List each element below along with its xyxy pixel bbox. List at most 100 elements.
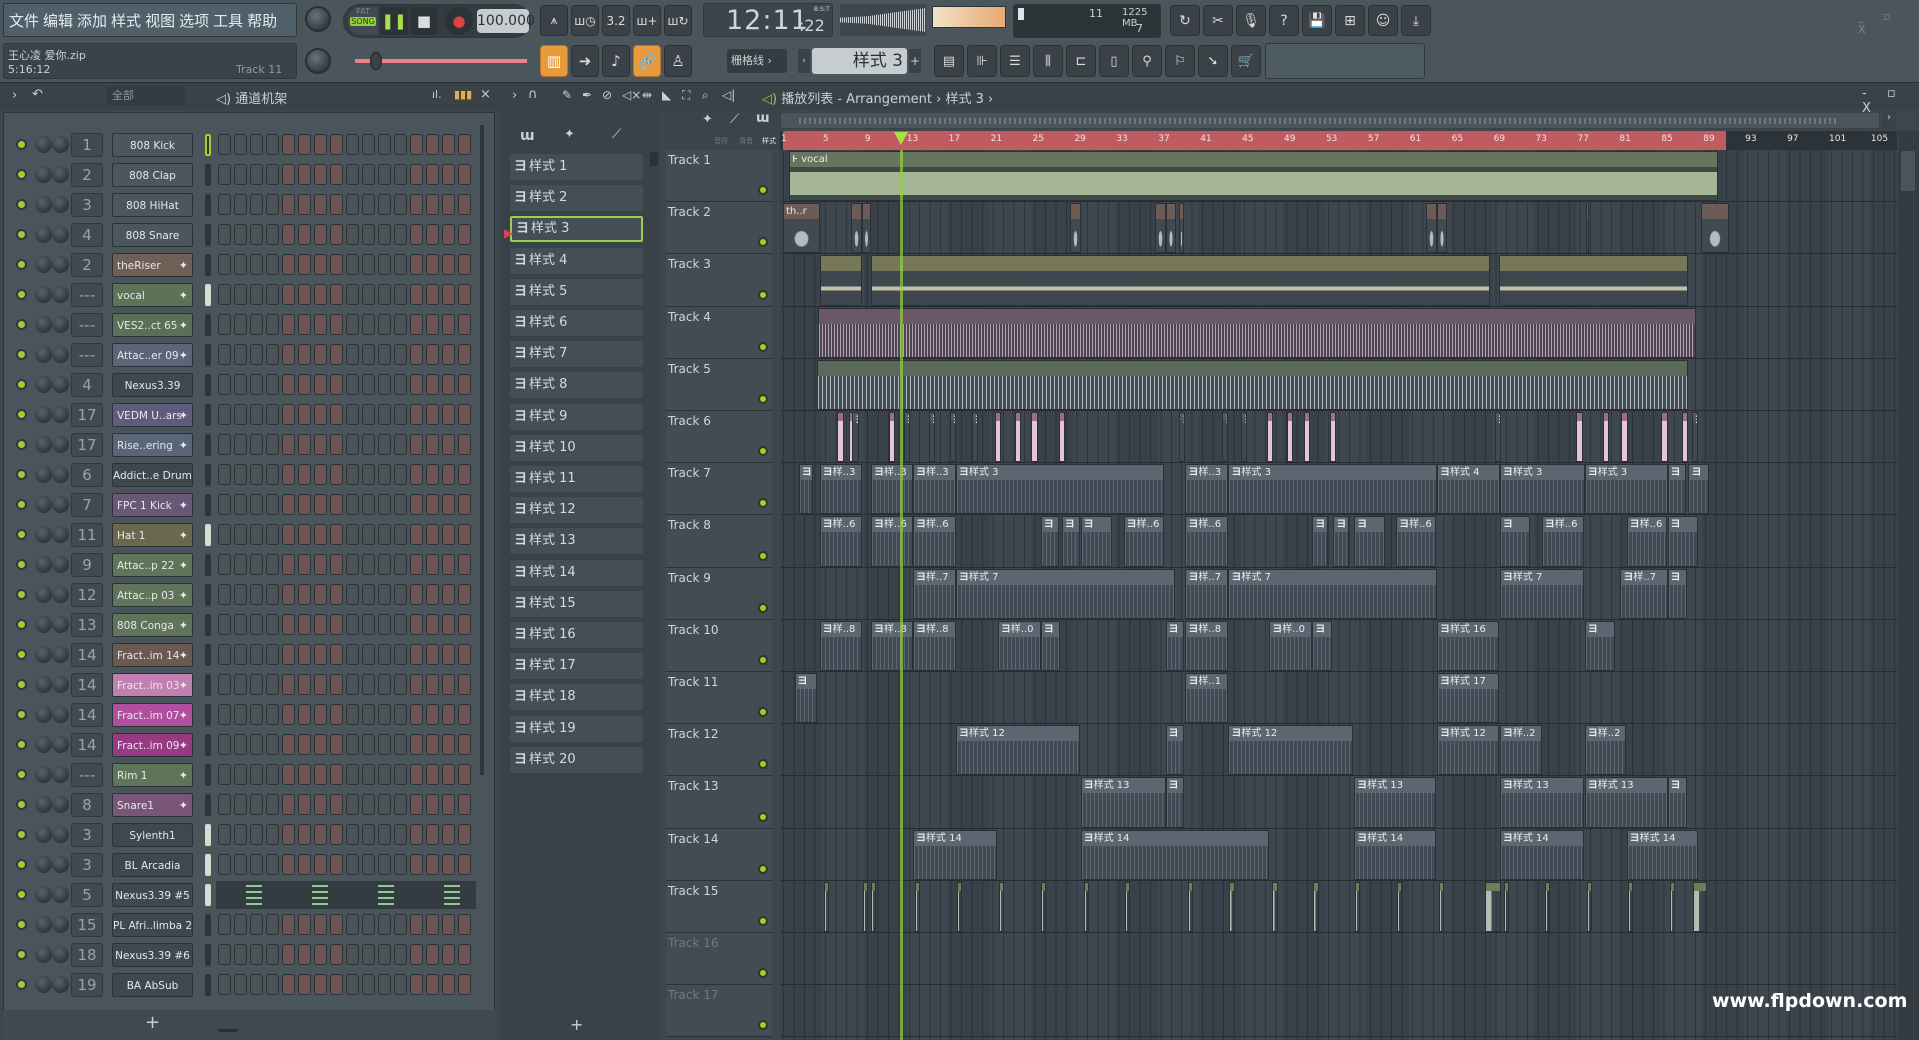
step-button[interactable]	[314, 974, 327, 995]
step-button[interactable]	[218, 674, 231, 695]
step-button[interactable]	[330, 494, 343, 515]
step-button[interactable]	[378, 164, 391, 185]
mixer-track-number[interactable]: 6	[71, 463, 103, 487]
channel-mute-led[interactable]	[16, 499, 27, 510]
track-mute-led[interactable]	[758, 498, 768, 509]
step-button[interactable]	[442, 854, 455, 875]
step-button[interactable]	[250, 674, 263, 695]
volume-knob[interactable]	[52, 646, 69, 663]
channel-name-button[interactable]: 808 HiHat	[112, 193, 193, 217]
step-button[interactable]	[218, 644, 231, 665]
step-button[interactable]	[362, 164, 375, 185]
step-button[interactable]	[282, 374, 295, 395]
step-button[interactable]	[234, 764, 247, 785]
step-button[interactable]	[218, 194, 231, 215]
step-button[interactable]	[298, 134, 311, 155]
channel-select-bar[interactable]	[205, 464, 211, 486]
step-button[interactable]	[250, 254, 263, 275]
pan-knob[interactable]	[35, 526, 52, 543]
step-button[interactable]	[298, 734, 311, 755]
step-button[interactable]	[426, 914, 439, 935]
step-button[interactable]	[218, 434, 231, 455]
step-button[interactable]	[426, 704, 439, 725]
step-button[interactable]	[314, 254, 327, 275]
step-button[interactable]	[250, 164, 263, 185]
pan-knob[interactable]	[35, 616, 52, 633]
step-button[interactable]	[266, 764, 279, 785]
step-button[interactable]	[330, 524, 343, 545]
channel-mute-led[interactable]	[16, 889, 27, 900]
step-button[interactable]	[378, 974, 391, 995]
channel-mute-led[interactable]	[16, 259, 27, 270]
step-button[interactable]	[282, 314, 295, 335]
playlist-clip[interactable]	[1669, 881, 1675, 932]
playlist-clip[interactable]: ヨ样式 13	[1354, 777, 1436, 828]
step-button[interactable]	[266, 164, 279, 185]
step-button[interactable]	[442, 794, 455, 815]
playlist-clip[interactable]: ヨ样式 14	[1626, 829, 1698, 880]
step-button[interactable]	[250, 614, 263, 635]
playlist-clip[interactable]: ヨ	[794, 673, 817, 724]
step-button[interactable]	[218, 734, 231, 755]
step-button[interactable]	[410, 734, 423, 755]
step-button[interactable]	[394, 134, 407, 155]
channel-name-button[interactable]: VES2..ct 65 ✦	[112, 313, 193, 337]
tempo-icon[interactable]: ⚐	[1165, 45, 1195, 77]
channel-name-button[interactable]: 808 Conga ✦	[112, 613, 193, 637]
track-mute-led[interactable]	[758, 550, 768, 561]
step-button[interactable]	[378, 224, 391, 245]
step-button[interactable]	[234, 794, 247, 815]
undo-icon[interactable]: ↶	[32, 87, 43, 102]
track-header[interactable]: Track 4	[666, 306, 772, 359]
pan-knob[interactable]	[35, 676, 52, 693]
step-button[interactable]	[394, 824, 407, 845]
track-header[interactable]: Track 17	[666, 985, 772, 1038]
playlist-clip[interactable]	[1485, 881, 1501, 932]
step-button[interactable]	[250, 704, 263, 725]
step-icon[interactable]: ▮▮▮	[454, 88, 472, 101]
mixer-track-number[interactable]: 9	[71, 553, 103, 577]
step-button[interactable]	[250, 284, 263, 305]
master-volume-knob[interactable]	[305, 6, 331, 32]
step-button[interactable]	[282, 914, 295, 935]
step-button[interactable]	[234, 824, 247, 845]
piano-icon[interactable]: ɯ	[756, 111, 770, 126]
volume-knob[interactable]	[52, 946, 69, 963]
playlist-clip[interactable]	[1397, 881, 1403, 932]
toolbar-button[interactable]: ш◷	[571, 5, 599, 36]
step-button[interactable]	[266, 524, 279, 545]
step-button[interactable]	[426, 824, 439, 845]
playlist-clip[interactable]: ヨ样式 3	[1228, 464, 1437, 515]
step-button[interactable]	[314, 134, 327, 155]
step-button[interactable]	[442, 494, 455, 515]
pan-knob[interactable]	[35, 376, 52, 393]
pan-knob[interactable]	[35, 346, 52, 363]
playlist-clip[interactable]	[1436, 203, 1448, 254]
step-button[interactable]	[314, 554, 327, 575]
step-button[interactable]	[346, 554, 359, 575]
playlist-clip[interactable]: ヨ样式 12	[955, 725, 1080, 776]
step-button[interactable]	[426, 254, 439, 275]
channel-mute-led[interactable]	[16, 349, 27, 360]
step-button[interactable]	[362, 434, 375, 455]
step-button[interactable]	[410, 404, 423, 425]
step-button[interactable]	[346, 194, 359, 215]
playlist-clip[interactable]: ヨ样..2	[1584, 725, 1626, 776]
step-button[interactable]	[458, 134, 471, 155]
pattern-selector[interactable]: 样式 3	[812, 48, 907, 74]
step-button[interactable]	[394, 434, 407, 455]
toolbar-button[interactable]: ⩚	[540, 5, 568, 36]
track-mute-led[interactable]	[758, 185, 768, 196]
step-button[interactable]	[266, 914, 279, 935]
step-button[interactable]	[458, 794, 471, 815]
arrow-icon[interactable]: ›	[12, 88, 17, 103]
step-button[interactable]	[282, 974, 295, 995]
playlist-clip[interactable]: ヨ	[1494, 412, 1501, 463]
step-button[interactable]	[362, 374, 375, 395]
volume-knob[interactable]	[52, 376, 69, 393]
playlist-clip[interactable]: ヨ样..7	[1620, 568, 1668, 619]
pattern-item[interactable]: ヨ样式 10	[510, 434, 643, 461]
step-button[interactable]	[330, 284, 343, 305]
step-button[interactable]	[250, 434, 263, 455]
step-button[interactable]	[266, 494, 279, 515]
